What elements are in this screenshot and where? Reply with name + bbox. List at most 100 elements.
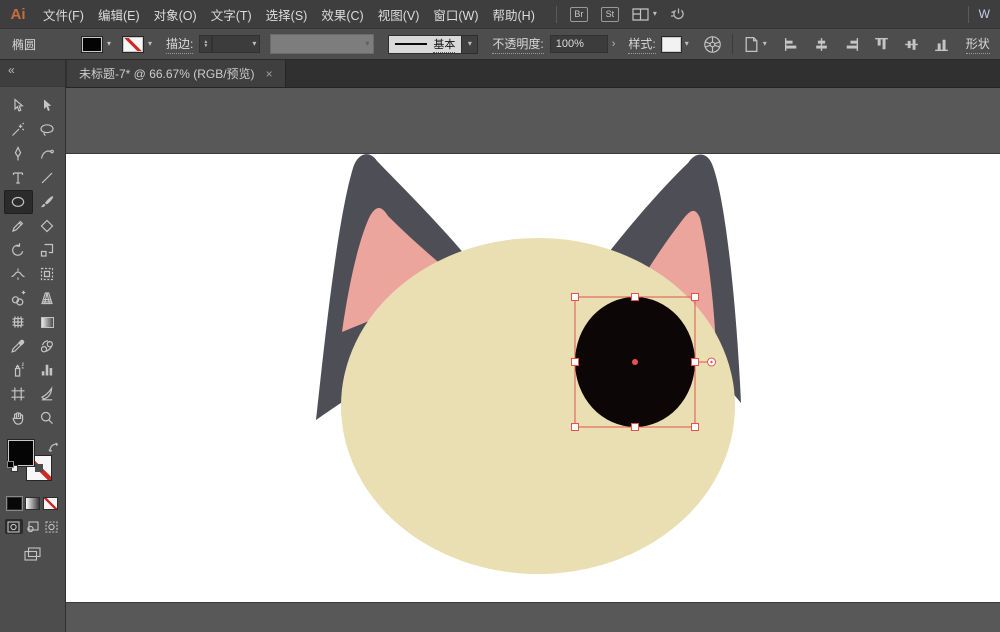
divider [556,6,557,23]
power-sync-icon[interactable] [670,7,685,21]
menu-item-1[interactable]: 编辑(E) [93,5,145,24]
menu-item-8[interactable]: 帮助(H) [488,5,540,24]
brush-definition-control[interactable]: 基本 ▾ [388,35,478,54]
draw-inside-button[interactable] [43,519,61,534]
tab-close-icon[interactable]: × [266,67,273,81]
graphic-style-swatch[interactable] [662,37,681,52]
graphic-style-control[interactable]: ▾ [662,37,689,52]
align-left-icon[interactable] [783,36,800,53]
opacity-panel-arrow[interactable]: › [612,38,616,50]
rotate-tool[interactable] [4,238,33,262]
brush-preview[interactable]: 基本 [388,35,462,54]
lasso-tool[interactable] [33,118,62,142]
stock-icon[interactable]: St [601,7,619,22]
blend-tool[interactable] [33,334,62,358]
color-button[interactable] [7,497,22,510]
stroke-weight-dropdown[interactable]: ▾ [212,35,260,53]
canvas-area[interactable] [66,88,1000,632]
brush-name-label[interactable]: 基本 [433,36,455,53]
tool-grid [4,94,62,430]
width-tool[interactable] [4,262,33,286]
fill-color-swatch[interactable] [82,37,102,52]
align-right-icon[interactable] [843,36,860,53]
document-tab-bar: 未标题-7* @ 66.67% (RGB/预览) × [66,60,1000,88]
gradient-tool[interactable] [33,310,62,334]
align-center-horizontal-icon[interactable] [813,36,830,53]
selection-handle[interactable] [632,294,639,301]
shape-label[interactable]: 形状 [966,35,990,54]
fill-stroke-indicator [7,440,59,488]
align-group [783,36,950,53]
active-tool-label: 椭圆 [12,36,36,53]
fill-color-control[interactable]: ▾ [82,37,111,52]
pencil-tool[interactable] [4,214,33,238]
menu-item-4[interactable]: 选择(S) [261,5,313,24]
stroke-color-control[interactable]: ▾ [123,37,152,52]
drawing-modes-row [5,519,61,534]
brush-stroke-line [395,43,427,45]
menu-item-2[interactable]: 对象(O) [149,5,202,24]
symbol-sprayer-tool[interactable] [4,358,33,382]
none-button[interactable] [43,497,58,510]
scale-tool[interactable] [33,238,62,262]
direct-selection-tool[interactable] [33,94,62,118]
artboard-tool[interactable] [4,382,33,406]
mesh-tool[interactable] [4,310,33,334]
stroke-weight-stepper[interactable]: ▲▼ [199,35,212,53]
eyedropper-tool[interactable] [4,334,33,358]
stroke-none-swatch[interactable] [123,37,143,52]
free-transform-tool[interactable] [33,262,62,286]
bridge-icon[interactable]: Br [570,7,588,22]
align-top-icon[interactable] [873,36,890,53]
perspective-grid-tool[interactable] [33,286,62,310]
selection-handle[interactable] [572,359,579,366]
selection-handle[interactable] [692,359,699,366]
draw-normal-button[interactable] [5,519,23,534]
align-bottom-icon[interactable] [933,36,950,53]
color-mode-row [7,497,58,510]
divider [968,6,969,23]
type-tool[interactable] [4,166,33,190]
column-graph-tool[interactable] [33,358,62,382]
default-fill-stroke-icon[interactable] [7,461,18,472]
opacity-input[interactable]: 100% [550,35,608,53]
selection-tool[interactable] [4,94,33,118]
magic-wand-tool[interactable] [4,118,33,142]
menu-item-6[interactable]: 视图(V) [373,5,425,24]
clipped-right-text: W [979,7,990,21]
menu-item-5[interactable]: 效果(C) [316,5,368,24]
workspace-switcher-icon[interactable]: ▾ [632,8,657,21]
slice-tool[interactable] [33,382,62,406]
align-middle-vertical-icon[interactable] [903,36,920,53]
stroke-label[interactable]: 描边: [166,35,193,54]
recolor-artwork-icon[interactable] [703,35,722,54]
paintbrush-tool[interactable] [33,190,62,214]
gradient-button[interactable] [25,497,40,510]
brush-dropdown-button[interactable]: ▾ [462,35,478,54]
pen-tool[interactable] [4,142,33,166]
shaper-tool[interactable] [33,214,62,238]
selection-center-point[interactable] [632,359,638,365]
menu-item-3[interactable]: 文字(T) [206,5,257,24]
selection-handle[interactable] [692,294,699,301]
document-setup-icon[interactable]: ▾ [743,36,767,53]
opacity-label[interactable]: 不透明度: [492,35,543,54]
selection-handle[interactable] [572,424,579,431]
menu-item-7[interactable]: 窗口(W) [428,5,483,24]
curvature-tool[interactable] [33,142,62,166]
line-segment-tool[interactable] [33,166,62,190]
zoom-tool[interactable] [33,406,62,430]
selection-handle[interactable] [692,424,699,431]
menu-item-0[interactable]: 文件(F) [38,5,89,24]
swap-fill-stroke-icon[interactable] [48,440,59,458]
selection-handle[interactable] [632,424,639,431]
document-tab[interactable]: 未标题-7* @ 66.67% (RGB/预览) × [67,60,286,87]
change-screen-mode-button[interactable] [24,547,41,566]
selection-handle[interactable] [572,294,579,301]
hand-tool[interactable] [4,406,33,430]
shape-builder-tool[interactable] [4,286,33,310]
style-label[interactable]: 样式: [628,35,655,54]
panel-collapse-button[interactable]: « [0,60,65,87]
draw-behind-button[interactable] [24,519,42,534]
ellipse-tool[interactable] [4,190,33,214]
